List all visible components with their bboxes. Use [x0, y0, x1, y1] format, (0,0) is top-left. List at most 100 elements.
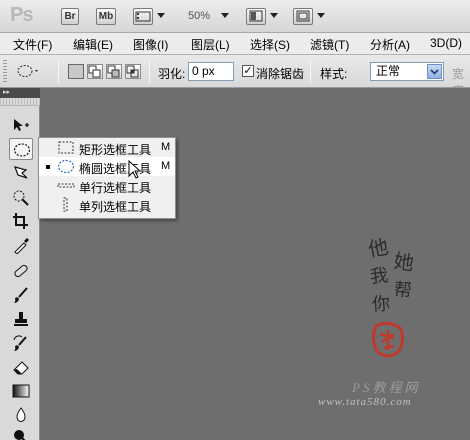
flyout-item-label: 矩形选框工具 [79, 143, 152, 157]
menu-select[interactable]: 选择(S) [250, 36, 290, 53]
zoom-dropdown-icon[interactable] [221, 13, 229, 18]
eyedropper-tool[interactable] [9, 234, 33, 256]
style-select[interactable]: 正常 [370, 62, 444, 81]
ellipse-marquee-icon [17, 65, 38, 77]
bridge-button[interactable]: Br [61, 8, 79, 25]
shortcut-key: M [161, 141, 171, 153]
menu-layer[interactable]: 图层(L) [191, 36, 230, 53]
add-to-selection-button[interactable] [87, 64, 103, 79]
selected-indicator-icon [46, 165, 50, 169]
style-label: 样式: [320, 67, 348, 81]
mini-bridge-button[interactable]: Mb [96, 8, 116, 25]
application-bar: Ps Br Mb 50% [0, 0, 470, 33]
screen-mode-icon [296, 10, 310, 22]
quick-selection-tool[interactable] [9, 186, 33, 208]
marquee-tool-flyout: 矩形选框工具 M 椭圆选框工具 M 单行选框工具 单列选框工具 [38, 137, 176, 219]
ellipse-marquee-icon [57, 159, 75, 177]
menu-file[interactable]: 文件(F) [13, 36, 52, 53]
stamp-icon [14, 312, 28, 326]
flyout-item-ellipse-marquee[interactable]: 椭圆选框工具 M [39, 157, 175, 176]
options-grip[interactable] [3, 60, 7, 84]
intersect-selection-button[interactable] [125, 64, 141, 79]
menu-3d[interactable]: 3D(D) [430, 36, 462, 50]
new-selection-button[interactable] [68, 64, 84, 79]
tools-panel-grip[interactable] [0, 98, 40, 106]
flyout-item-rect-marquee[interactable]: 矩形选框工具 M [39, 138, 175, 157]
eraser-icon [13, 361, 29, 375]
menu-analysis[interactable]: 分析(A) [370, 36, 410, 53]
history-brush-icon [13, 335, 27, 351]
watermark-character: 你 [371, 293, 391, 316]
drop-icon [16, 407, 26, 422]
menu-image[interactable]: 图像(I) [133, 36, 168, 53]
separator [149, 61, 150, 83]
flyout-item-single-row-marquee[interactable]: 单行选框工具 [39, 176, 175, 195]
select-arrow-icon [427, 64, 442, 79]
single-column-marquee-icon [57, 197, 75, 215]
move-tool[interactable] [9, 114, 33, 136]
arrange-icon [249, 10, 263, 22]
add-selection-icon [88, 65, 101, 78]
feather-input[interactable]: 0 px [188, 62, 234, 81]
intersect-selection-icon [126, 65, 139, 78]
ellipse-marquee-icon [13, 143, 31, 157]
lasso-icon [14, 166, 28, 179]
style-value: 正常 [376, 64, 401, 78]
eraser-tool[interactable] [9, 356, 33, 378]
brush-icon [14, 287, 28, 303]
single-row-marquee-icon [57, 178, 75, 196]
dodge-icon [14, 430, 26, 440]
separator [58, 61, 59, 83]
watermark-character: 她 [392, 248, 416, 276]
watermark-character: 帮 [392, 279, 413, 302]
zoom-level[interactable]: 50% [188, 10, 210, 22]
watermark-character: 我 [369, 265, 390, 288]
flyout-item-label: 单行选框工具 [79, 181, 152, 195]
options-bar: 羽化: 0 px ✓ 消除锯齿 样式: 正常 宽度 [0, 55, 470, 98]
crop-icon [13, 213, 28, 229]
tools-panel-header[interactable]: ▸▸ [0, 88, 40, 98]
film-icon [135, 11, 151, 22]
feather-label: 羽化: [158, 67, 186, 81]
shortcut-key: M [161, 160, 171, 172]
crop-tool[interactable] [9, 210, 33, 232]
flyout-item-label: 单列选框工具 [79, 200, 152, 214]
extras-dropdown-icon[interactable] [157, 13, 165, 18]
tools-panel: ▸▸ [0, 88, 40, 440]
watermark-site-name: PS教程网 [352, 380, 421, 395]
arrange-documents-button[interactable] [246, 8, 266, 25]
separator [310, 61, 311, 83]
extras-button[interactable] [133, 8, 153, 25]
antialias-label: 消除锯齿 [256, 67, 305, 81]
screen-mode-button[interactable] [293, 8, 313, 25]
bandage-icon [14, 264, 28, 278]
menu-bar: 文件(F) 编辑(E) 图像(I) 图层(L) 选择(S) 滤镜(T) 分析(A… [0, 33, 470, 55]
tool-preset-picker[interactable] [16, 63, 40, 82]
clone-stamp-tool[interactable] [9, 308, 33, 330]
history-brush-tool[interactable] [9, 332, 33, 354]
watermark-url: www.tata580.com [318, 396, 412, 408]
flyout-item-single-column-marquee[interactable]: 单列选框工具 [39, 195, 175, 214]
subtract-selection-icon [107, 65, 120, 78]
menu-edit[interactable]: 编辑(E) [73, 36, 113, 53]
red-seal-stamp [371, 321, 405, 358]
subtract-from-selection-button[interactable] [106, 64, 122, 79]
healing-brush-tool[interactable] [9, 260, 33, 282]
quick-selection-icon [13, 190, 29, 206]
screen-mode-dropdown-icon[interactable] [317, 13, 325, 18]
elliptical-marquee-tool[interactable] [9, 138, 33, 160]
eyedropper-icon [14, 238, 29, 254]
brush-tool[interactable] [9, 284, 33, 306]
move-icon [14, 119, 29, 131]
dodge-tool[interactable] [9, 426, 33, 440]
watermark-character: 他 [366, 234, 391, 262]
photoshop-logo: Ps [10, 4, 33, 26]
lasso-tool[interactable] [9, 162, 33, 184]
mouse-cursor-icon [128, 160, 142, 179]
antialias-checkbox[interactable]: ✓ [242, 65, 254, 77]
arrange-dropdown-icon[interactable] [270, 13, 278, 18]
gradient-tool[interactable] [9, 380, 33, 402]
blur-tool[interactable] [9, 404, 33, 426]
gradient-icon [12, 384, 30, 398]
menu-filter[interactable]: 滤镜(T) [310, 36, 349, 53]
